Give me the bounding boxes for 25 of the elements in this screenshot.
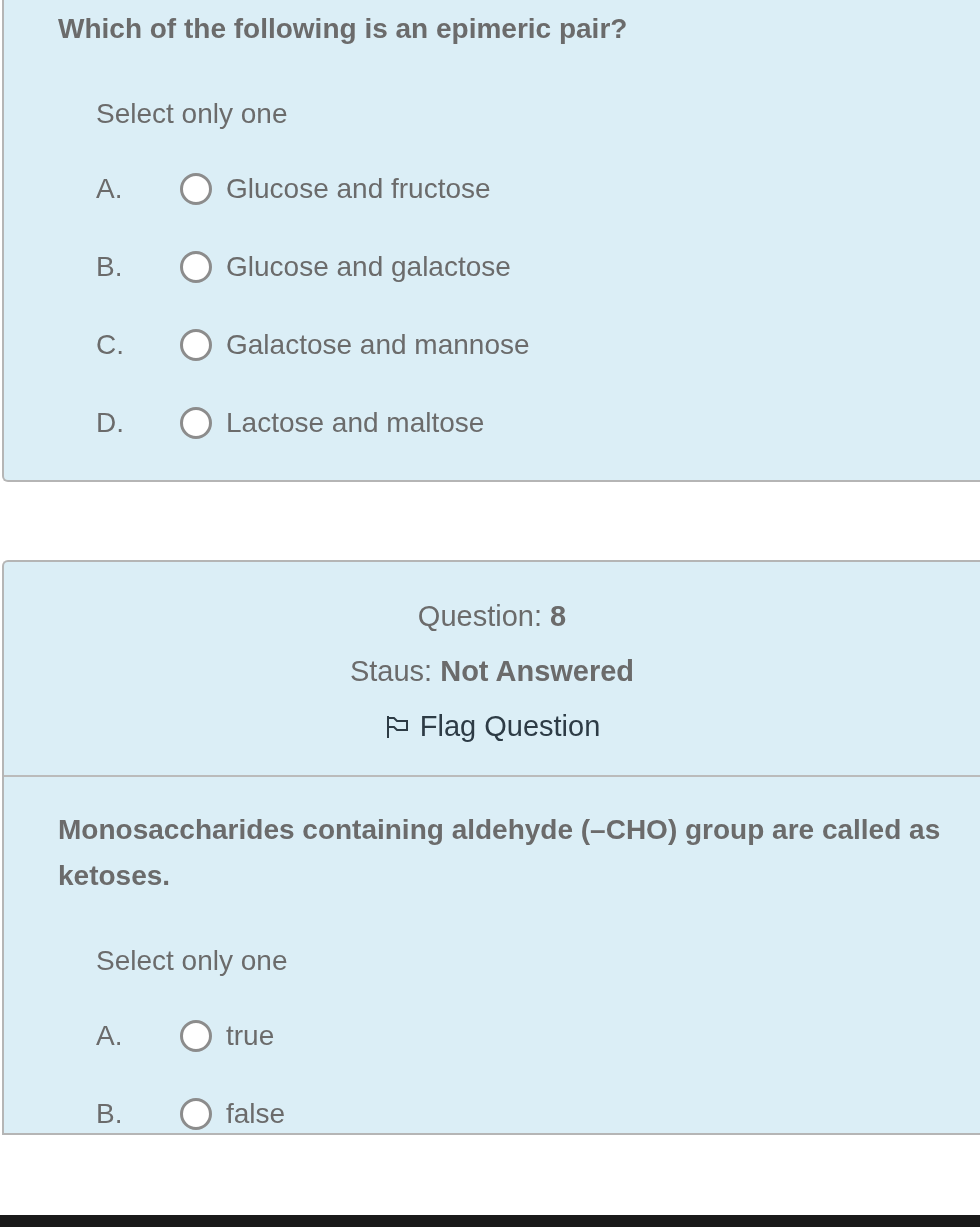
option-letter: A. <box>96 1020 124 1052</box>
question-status: Staus: Not Answered <box>349 655 635 688</box>
radio-button[interactable] <box>180 251 212 283</box>
radio-button[interactable] <box>180 1098 212 1130</box>
instruction-text: Select only one <box>96 945 289 977</box>
option-label[interactable]: Lactose and maltose <box>226 407 485 439</box>
option-label[interactable]: false <box>226 1098 286 1130</box>
option-letter: B. <box>96 1098 124 1130</box>
radio-button[interactable] <box>180 1020 212 1052</box>
option-label[interactable]: Glucose and fructose <box>226 173 491 205</box>
question-number: Question: 8 <box>417 600 567 633</box>
option-label[interactable]: Glucose and galactose <box>226 251 511 283</box>
option-letter: B. <box>96 251 124 283</box>
option-letter: C. <box>96 329 125 361</box>
option-label[interactable]: true <box>226 1020 275 1052</box>
radio-button[interactable] <box>180 173 212 205</box>
option-letter: A. <box>96 173 124 205</box>
instruction-text: Select only one <box>96 98 289 130</box>
radio-button[interactable] <box>180 407 212 439</box>
option-label[interactable]: Galactose and mannose <box>226 329 530 361</box>
flag-question-button[interactable]: Flag Question <box>383 710 601 743</box>
option-letter: D. <box>96 407 125 439</box>
question-text: Monosaccharides containing aldehyde (–CHO) group are called as ketoses. <box>58 813 942 893</box>
radio-button[interactable] <box>180 329 212 361</box>
question-text: Which of the following is an epimeric pair? <box>58 12 629 46</box>
